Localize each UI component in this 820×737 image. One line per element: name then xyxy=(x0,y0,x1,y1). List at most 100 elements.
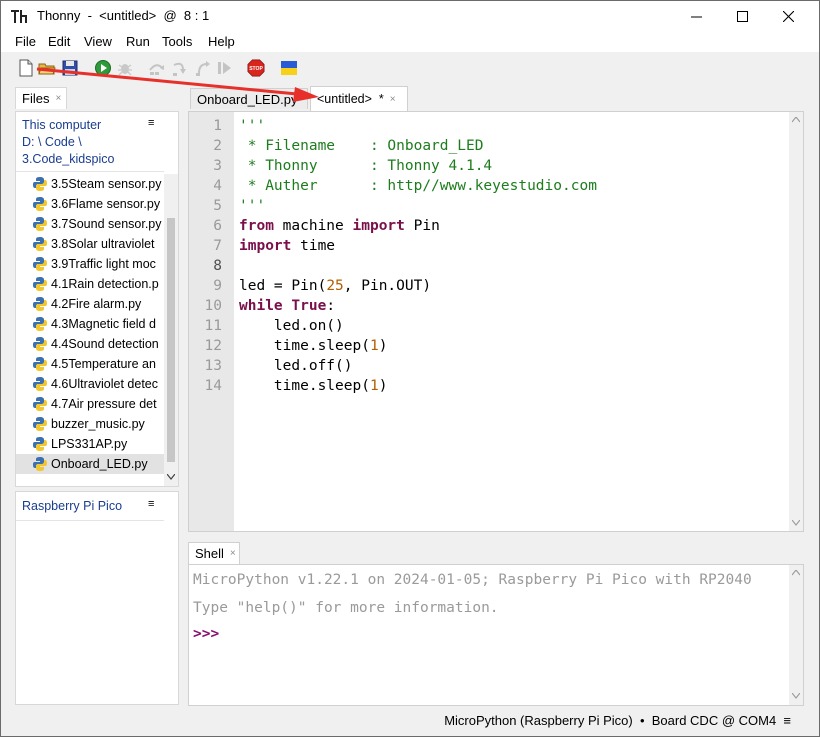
python-file-icon xyxy=(33,317,47,331)
files-scrollbar[interactable] xyxy=(164,174,178,486)
file-list-item[interactable]: 3.5Steam sensor.py xyxy=(16,174,164,194)
file-list: 3.5Steam sensor.py 3.6Flame sensor.py 3.7S… xyxy=(16,174,164,474)
code-line[interactable]: from machine import Pin xyxy=(239,218,440,234)
file-name: 4.3Magnetic field d xyxy=(51,317,156,331)
scroll-down-icon[interactable] xyxy=(792,693,800,699)
code-token: while xyxy=(239,298,283,314)
file-list-item[interactable]: 4.4Sound detection xyxy=(16,334,164,354)
editor-scrollbar[interactable] xyxy=(789,112,803,531)
line-number: 6 xyxy=(213,218,222,234)
code-token: led = Pin( xyxy=(239,278,327,294)
code-line[interactable]: time.sleep(1) xyxy=(239,378,388,394)
file-list-item[interactable]: LPS331AP.py xyxy=(16,434,164,454)
code-line[interactable]: import time xyxy=(239,238,335,254)
code-token: ) xyxy=(378,378,388,394)
code-line[interactable]: led = Pin(25, Pin.OUT) xyxy=(239,278,431,294)
code-line[interactable]: time.sleep(1) xyxy=(239,338,388,354)
scroll-down-icon[interactable] xyxy=(167,474,175,480)
code-token: ''' xyxy=(239,198,266,214)
code-token: time.sleep( xyxy=(239,338,370,354)
code-token: Pin xyxy=(404,218,440,234)
file-name: 3.6Flame sensor.py xyxy=(51,197,161,211)
line-number: 12 xyxy=(204,338,222,354)
pico-location[interactable]: Raspberry Pi Pico xyxy=(22,499,122,513)
file-name: 3.7Sound sensor.py xyxy=(51,217,162,231)
file-list-item[interactable]: Onboard_LED.py xyxy=(16,454,164,474)
pico-panel: Raspberry Pi Pico ≡ xyxy=(15,491,179,705)
python-file-icon xyxy=(33,337,47,351)
annotation-arrow-icon xyxy=(36,67,319,102)
file-name: LPS331AP.py xyxy=(51,437,128,451)
files-panel: This computer D: \ Code \ 3.Code_kidspic… xyxy=(15,111,179,487)
code-line[interactable]: * Auther : http//www.keyestudio.com xyxy=(239,178,597,194)
python-file-icon xyxy=(33,377,47,391)
code-editor[interactable]: 1 2 3 4 5 6 7 8 9 10 11 12 13 14 ''' * Filename : Onb… xyxy=(188,111,804,532)
file-list-item[interactable]: 3.9Traffic light moc xyxy=(16,254,164,274)
line-number: 3 xyxy=(213,158,222,174)
python-file-icon xyxy=(33,437,47,451)
python-file-icon xyxy=(33,277,47,291)
file-list-item[interactable]: 4.6Ultraviolet detec xyxy=(16,374,164,394)
python-file-icon xyxy=(33,357,47,371)
code-token: True xyxy=(291,298,327,314)
location-drive[interactable]: D: \ Code \ xyxy=(22,134,114,151)
scroll-down-icon[interactable] xyxy=(792,520,800,526)
code-token: * Thonny : Thonny 4.1.4 xyxy=(239,158,493,174)
code-token: machine xyxy=(273,218,353,234)
files-divider xyxy=(16,171,164,172)
line-number: 4 xyxy=(213,178,222,194)
code-line[interactable]: led.on() xyxy=(239,318,344,334)
code-token: 1 xyxy=(369,338,379,354)
python-file-icon xyxy=(33,217,47,231)
code-token: led.on() xyxy=(239,318,344,334)
scroll-up-icon[interactable] xyxy=(792,570,800,576)
shell-panel[interactable]: MicroPython v1.22.1 on 2024-01-05; Raspb… xyxy=(188,564,804,706)
code-token: import xyxy=(239,238,292,254)
code-token: led.off() xyxy=(239,358,353,374)
file-name: 3.5Steam sensor.py xyxy=(51,177,162,191)
file-list-item[interactable]: 4.1Rain detection.p xyxy=(16,274,164,294)
pico-menu-icon[interactable]: ≡ xyxy=(148,498,154,510)
code-line[interactable]: * Filename : Onboard_LED xyxy=(239,138,484,154)
file-list-item[interactable]: 4.2Fire alarm.py xyxy=(16,294,164,314)
file-list-item[interactable]: 4.7Air pressure det xyxy=(16,394,164,414)
code-line[interactable]: while True: xyxy=(239,298,335,314)
code-token: from xyxy=(239,218,274,234)
file-list-item[interactable]: 4.3Magnetic field d xyxy=(16,314,164,334)
file-name: Onboard_LED.py xyxy=(51,457,148,471)
thonny-window: Thonny - <untitled> @ 8 : 1 File Edit Vi… xyxy=(0,0,820,737)
tab-shell[interactable]: Shell × xyxy=(188,542,240,564)
file-list-item[interactable]: 3.7Sound sensor.py xyxy=(16,214,164,234)
files-scroll-thumb[interactable] xyxy=(167,218,175,462)
status-interpreter[interactable]: MicroPython (Raspberry Pi Pico) • Board … xyxy=(444,713,791,728)
file-list-item[interactable]: 4.5Temperature an xyxy=(16,354,164,374)
file-name: 4.5Temperature an xyxy=(51,357,156,371)
line-number: 9 xyxy=(213,278,222,294)
file-list-item[interactable]: 3.6Flame sensor.py xyxy=(16,194,164,214)
tab-shell-close-icon[interactable]: × xyxy=(230,548,236,559)
code-token: , Pin.OUT) xyxy=(343,278,432,294)
location-folder[interactable]: 3.Code_kidspico xyxy=(22,151,114,168)
file-name: 3.8Solar ultraviolet xyxy=(51,237,155,251)
python-file-icon xyxy=(33,417,47,431)
file-name: buzzer_music.py xyxy=(51,417,145,431)
code-token: * Filename : Onboard_LED xyxy=(239,138,484,154)
code-line[interactable]: ''' xyxy=(239,198,265,214)
file-name: 4.6Ultraviolet detec xyxy=(51,377,159,391)
file-list-item[interactable]: buzzer_music.py xyxy=(16,414,164,434)
code-line[interactable]: led.off() xyxy=(239,358,353,374)
code-token: 25 xyxy=(326,278,344,294)
file-name: 3.9Traffic light moc xyxy=(51,257,156,271)
file-name: 4.4Sound detection xyxy=(51,337,159,351)
file-list-item[interactable]: 3.8Solar ultraviolet xyxy=(16,234,164,254)
line-number: 14 xyxy=(204,378,222,394)
code-token: 1 xyxy=(369,378,379,394)
code-line[interactable]: * Thonny : Thonny 4.1.4 xyxy=(239,158,492,174)
shell-prompt[interactable]: >>> xyxy=(193,626,219,642)
line-number: 13 xyxy=(204,358,222,374)
line-number: 10 xyxy=(204,298,222,314)
status-bar: MicroPython (Raspberry Pi Pico) • Board … xyxy=(1,708,819,736)
shell-scrollbar[interactable] xyxy=(789,565,803,705)
location-breadcrumb[interactable]: This computer D: \ Code \ 3.Code_kidspic… xyxy=(22,117,114,168)
python-file-icon xyxy=(33,257,47,271)
